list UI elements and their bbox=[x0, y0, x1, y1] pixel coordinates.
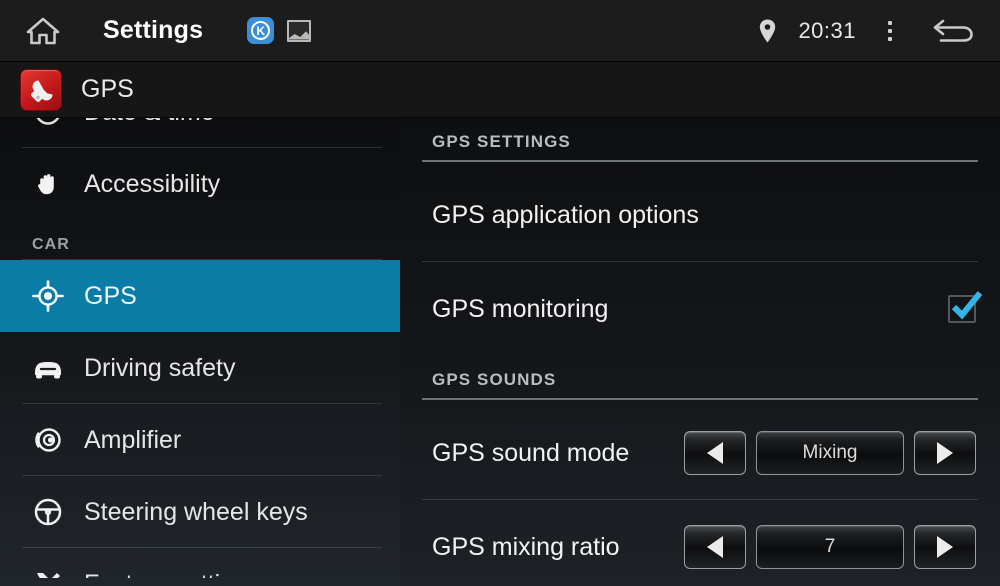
divider bbox=[422, 160, 978, 162]
kingroot-letter: K bbox=[251, 21, 271, 40]
section-label: GPS SETTINGS bbox=[432, 132, 571, 151]
wrench-icon bbox=[20, 68, 62, 111]
sidebar-item-amplifier[interactable]: Amplifier bbox=[0, 404, 400, 476]
page-title: Settings bbox=[103, 16, 204, 44]
sidebar-item-label: Steering wheel keys bbox=[84, 497, 308, 526]
row-label: GPS application options bbox=[432, 200, 699, 229]
arrow-left-icon[interactable] bbox=[684, 431, 746, 475]
row-gps-application-options[interactable]: GPS application options bbox=[400, 168, 1000, 262]
row-gps-mixing-ratio: GPS mixing ratio 7 bbox=[400, 500, 1000, 586]
settings-screen: Settings K 20:31 GPS Accessibility CAR G… bbox=[0, 0, 1000, 586]
sidebar-item-label: Factory settings bbox=[84, 570, 260, 579]
clock-icon bbox=[30, 118, 66, 127]
sidebar-item-accessibility[interactable]: Accessibility bbox=[0, 148, 400, 220]
speaker-icon bbox=[30, 424, 66, 456]
arrow-right-icon[interactable] bbox=[914, 525, 976, 569]
steering-wheel-icon bbox=[30, 496, 66, 528]
sidebar-item-date-time[interactable]: Date & time bbox=[0, 118, 400, 148]
sidebar-item-factory-settings[interactable]: Factory settings bbox=[0, 548, 400, 578]
location-pin-icon bbox=[759, 19, 776, 43]
sidebar-item-label: Date & time bbox=[84, 118, 215, 127]
sidebar-section-label: CAR bbox=[32, 236, 70, 253]
arrow-left-icon[interactable] bbox=[684, 525, 746, 569]
sound-mode-value[interactable]: Mixing bbox=[756, 431, 904, 475]
gps-crosshair-icon bbox=[30, 280, 66, 312]
row-label: GPS monitoring bbox=[432, 294, 609, 323]
car-icon bbox=[30, 355, 66, 381]
sidebar-item-driving-safety[interactable]: Driving safety bbox=[0, 332, 400, 404]
sidebar-item-steering-wheel-keys[interactable]: Steering wheel keys bbox=[0, 476, 400, 548]
section-label: GPS SOUNDS bbox=[432, 370, 557, 389]
home-icon[interactable] bbox=[26, 16, 60, 46]
section-header-gps-sounds: GPS SOUNDS bbox=[400, 356, 1000, 406]
sidebar-item-gps[interactable]: GPS bbox=[0, 260, 400, 332]
row-gps-sound-mode: GPS sound mode Mixing bbox=[400, 406, 1000, 500]
kingroot-app-icon[interactable]: K bbox=[247, 17, 275, 44]
row-label: GPS sound mode bbox=[432, 438, 630, 467]
sidebar-item-label: Accessibility bbox=[84, 169, 221, 198]
clock: 20:31 bbox=[798, 17, 856, 43]
row-label: GPS mixing ratio bbox=[432, 532, 620, 561]
sidebar-item-label: GPS bbox=[84, 281, 137, 310]
hand-icon bbox=[30, 169, 66, 199]
sub-header-title: GPS bbox=[81, 75, 134, 103]
settings-content-panel: GPS SETTINGS GPS application options GPS… bbox=[400, 118, 1000, 586]
check-icon bbox=[951, 291, 983, 320]
status-icons: 20:31 bbox=[759, 18, 1000, 44]
sub-header-bar: GPS bbox=[0, 62, 1000, 118]
sidebar-item-label: Driving safety bbox=[84, 353, 236, 382]
divider bbox=[422, 398, 978, 400]
title-bar: Settings K 20:31 bbox=[0, 0, 1000, 62]
arrow-right-icon[interactable] bbox=[914, 431, 976, 475]
overflow-menu-icon[interactable] bbox=[888, 20, 892, 41]
mixing-ratio-value[interactable]: 7 bbox=[756, 525, 904, 569]
settings-sidebar[interactable]: Date & time Accessibility CAR bbox=[0, 118, 400, 586]
gps-monitoring-checkbox[interactable] bbox=[948, 291, 983, 323]
sidebar-item-label: Amplifier bbox=[84, 425, 182, 454]
tools-icon bbox=[30, 569, 66, 578]
mixing-ratio-stepper: 7 bbox=[684, 525, 976, 569]
back-icon[interactable] bbox=[930, 18, 976, 44]
sound-mode-stepper: Mixing bbox=[684, 431, 976, 475]
row-gps-monitoring[interactable]: GPS monitoring bbox=[400, 262, 1000, 356]
gallery-icon[interactable] bbox=[287, 19, 312, 42]
sidebar-section-car: CAR bbox=[0, 220, 400, 260]
section-header-gps-settings: GPS SETTINGS bbox=[400, 118, 1000, 168]
